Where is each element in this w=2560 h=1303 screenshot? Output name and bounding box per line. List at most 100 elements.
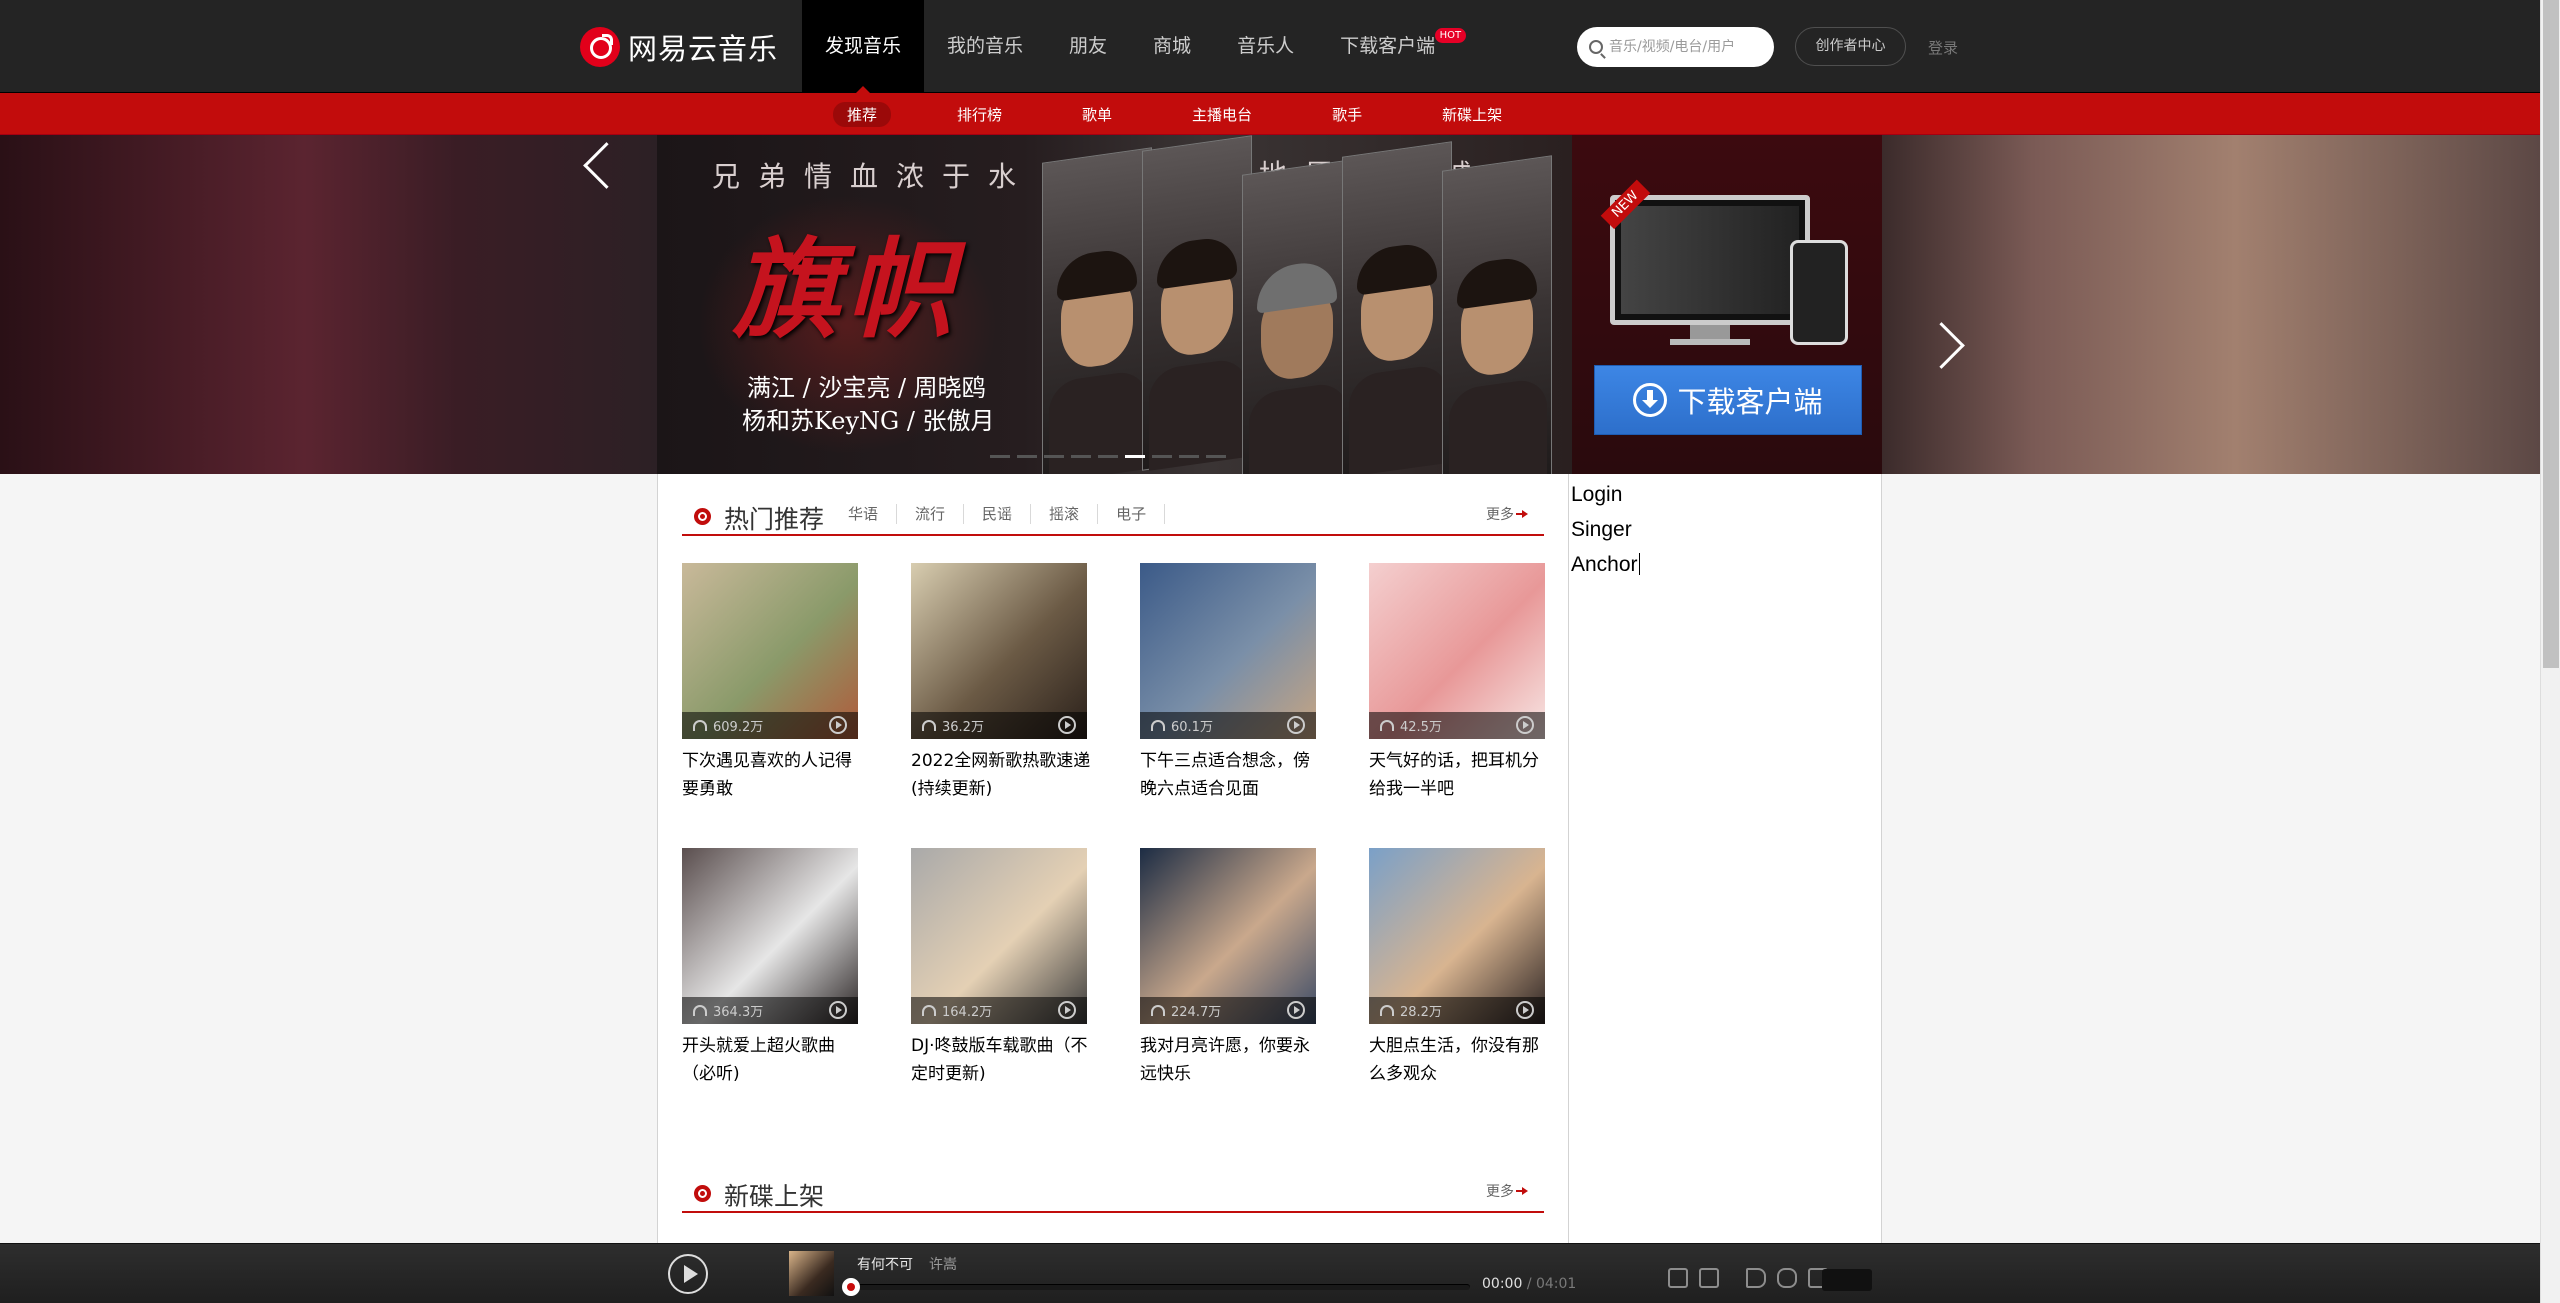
headphones-icon (922, 1005, 936, 1016)
nav-store[interactable]: 商城 (1130, 0, 1214, 92)
banner-dot[interactable] (990, 455, 1010, 458)
genre-tag[interactable]: 电子 (1116, 504, 1166, 524)
playlist-title[interactable]: 开头就爱上超火歌曲（必听) (682, 1032, 862, 1088)
play-circle-icon[interactable] (1516, 716, 1534, 734)
arrow-right-icon (1516, 510, 1532, 518)
playlist-cover[interactable]: 224.7万 (1140, 848, 1316, 1024)
subnav-charts[interactable]: 排行榜 (943, 102, 1016, 127)
playlist-card[interactable]: 224.7万 我对月亮许愿，你要永远快乐 (1140, 848, 1316, 1088)
play-circle-icon[interactable] (1287, 716, 1305, 734)
playlist-info-bar: 609.2万 (682, 712, 858, 739)
play-circle-icon[interactable] (829, 716, 847, 734)
banner-dot[interactable] (1152, 455, 1172, 458)
subnav-recommend[interactable]: 推荐 (833, 101, 892, 127)
playlist-card[interactable]: 364.3万 开头就爱上超火歌曲（必听) (682, 848, 858, 1088)
search-input[interactable] (1609, 39, 1759, 55)
play-icon[interactable] (668, 1254, 708, 1294)
playlist-info-bar: 60.1万 (1140, 712, 1316, 739)
play-circle-icon[interactable] (1058, 716, 1076, 734)
banner-dot[interactable] (1017, 455, 1037, 458)
sidebar-text-line: Login (1571, 483, 1623, 506)
playlist-count[interactable] (1822, 1269, 1872, 1291)
more-link[interactable]: 更多 (1486, 504, 1532, 524)
playlist-cover[interactable]: 60.1万 (1140, 563, 1316, 739)
sidebar-text-line: Singer (1571, 518, 1632, 541)
genre-tag[interactable]: 民谣 (982, 504, 1032, 524)
playlist-cover[interactable]: 364.3万 (682, 848, 858, 1024)
artist-name[interactable]: 许嵩 (929, 1254, 957, 1274)
play-circle-icon[interactable] (1058, 1001, 1076, 1019)
scrollbar-thumb[interactable] (2543, 0, 2559, 668)
nav-my-music[interactable]: 我的音乐 (924, 0, 1046, 92)
add-to-playlist-icon[interactable] (1668, 1268, 1688, 1288)
logo[interactable]: 网易云音乐 (580, 26, 778, 68)
banner-dots (990, 455, 1233, 458)
song-title[interactable]: 有何不可 (857, 1254, 913, 1274)
more-label: 更多 (1486, 507, 1514, 523)
playlist-cover[interactable]: 36.2万 (911, 563, 1087, 739)
nav-discover[interactable]: 发现音乐 (802, 0, 925, 93)
genre-tag[interactable]: 华语 (848, 504, 898, 524)
login-link[interactable]: 登录 (1928, 37, 1958, 58)
arrow-right-icon (1516, 1187, 1532, 1195)
nav-musician[interactable]: 音乐人 (1214, 0, 1317, 92)
banner-dot[interactable] (1179, 455, 1199, 458)
banner-dot[interactable] (1206, 455, 1226, 458)
subnav-new-albums[interactable]: 新碟上架 (1428, 102, 1516, 127)
playlist-card[interactable]: 42.5万 天气好的话，把耳机分给我一半吧 (1369, 563, 1545, 803)
headphones-icon (1151, 720, 1165, 731)
banner-carousel: 兄弟情血浓于水 向天地展现赤诚 旗帜 满江 / 沙宝亮 / 周晓鸥 杨和苏Key… (0, 135, 2540, 905)
search-box[interactable] (1577, 27, 1774, 67)
playlist-title[interactable]: 下次遇见喜欢的人记得要勇敢 (682, 747, 862, 803)
section-title[interactable]: 热门推荐 (724, 500, 824, 536)
phone-illustration-icon (1790, 240, 1848, 345)
subnav-playlists[interactable]: 歌单 (1068, 102, 1126, 127)
banner-slide[interactable]: 兄弟情血浓于水 向天地展现赤诚 旗帜 满江 / 沙宝亮 / 周晓鸥 杨和苏Key… (657, 135, 1572, 474)
playlist-cover[interactable]: 164.2万 (911, 848, 1087, 1024)
nav-download-client[interactable]: 下载客户端 HOT (1317, 0, 1467, 92)
share-icon[interactable] (1699, 1268, 1719, 1288)
nav-friends[interactable]: 朋友 (1046, 0, 1130, 92)
play-circle-icon[interactable] (829, 1001, 847, 1019)
playlist-title[interactable]: 天气好的话，把耳机分给我一半吧 (1369, 747, 1549, 803)
subnav-singers[interactable]: 歌手 (1318, 102, 1376, 127)
album-thumbnail[interactable] (789, 1251, 834, 1296)
loop-icon[interactable] (1777, 1268, 1797, 1288)
monitor-base (1670, 339, 1750, 345)
genre-tag[interactable]: 流行 (915, 504, 965, 524)
playlist-card[interactable]: 36.2万 2022全网新歌热歌速递(持续更新) (911, 563, 1090, 803)
genre-tag[interactable]: 摇滚 (1049, 504, 1099, 524)
sidebar-text-line[interactable]: Anchor (1571, 547, 1881, 582)
playlist-title[interactable]: 我对月亮许愿，你要永远快乐 (1140, 1032, 1320, 1088)
banner-next-arrow-icon[interactable] (1925, 315, 1963, 375)
banner-dot[interactable] (1098, 455, 1118, 458)
hot-recommend-header: 热门推荐 华语 流行 民谣 摇滚 电子 更多 (682, 474, 1544, 536)
play-circle-icon[interactable] (1516, 1001, 1534, 1019)
playlist-cover[interactable]: 42.5万 (1369, 563, 1545, 739)
section-title[interactable]: 新碟上架 (724, 1177, 824, 1213)
progress-bar[interactable] (842, 1278, 1470, 1296)
playlist-cover[interactable]: 609.2万 (682, 563, 858, 739)
progress-knob[interactable] (842, 1278, 860, 1296)
playlist-title[interactable]: 下午三点适合想念，傍晚六点适合见面 (1140, 747, 1320, 803)
download-client-button[interactable]: 下载客户端 (1594, 365, 1862, 435)
creator-center-button[interactable]: 创作者中心 (1795, 27, 1906, 66)
banner-dot[interactable] (1044, 455, 1064, 458)
playlist-cover[interactable]: 28.2万 (1369, 848, 1545, 1024)
main-nav: 发现音乐 我的音乐 朋友 商城 音乐人 下载客户端 HOT (802, 0, 1467, 93)
subnav-radio[interactable]: 主播电台 (1178, 102, 1266, 127)
playlist-card[interactable]: 164.2万 DJ·咚鼓版车载歌曲（不定时更新) (911, 848, 1088, 1088)
headphones-icon (1380, 1005, 1394, 1016)
play-circle-icon[interactable] (1287, 1001, 1305, 1019)
playlist-title[interactable]: 大胆点生活，你没有那么多观众 (1369, 1032, 1549, 1088)
playlist-title[interactable]: 2022全网新歌热歌速递(持续更新) (911, 747, 1091, 803)
banner-dot-active[interactable] (1125, 455, 1145, 458)
volume-icon[interactable] (1746, 1268, 1766, 1288)
more-link[interactable]: 更多 (1486, 1181, 1532, 1201)
playlist-card[interactable]: 609.2万 下次遇见喜欢的人记得要勇敢 (682, 563, 858, 803)
vertical-scrollbar[interactable] (2540, 0, 2560, 1303)
playlist-card[interactable]: 60.1万 下午三点适合想念，傍晚六点适合见面 (1140, 563, 1316, 803)
playlist-title[interactable]: DJ·咚鼓版车载歌曲（不定时更新) (911, 1032, 1091, 1088)
banner-dot[interactable] (1071, 455, 1091, 458)
playlist-card[interactable]: 28.2万 大胆点生活，你没有那么多观众 (1369, 848, 1545, 1088)
